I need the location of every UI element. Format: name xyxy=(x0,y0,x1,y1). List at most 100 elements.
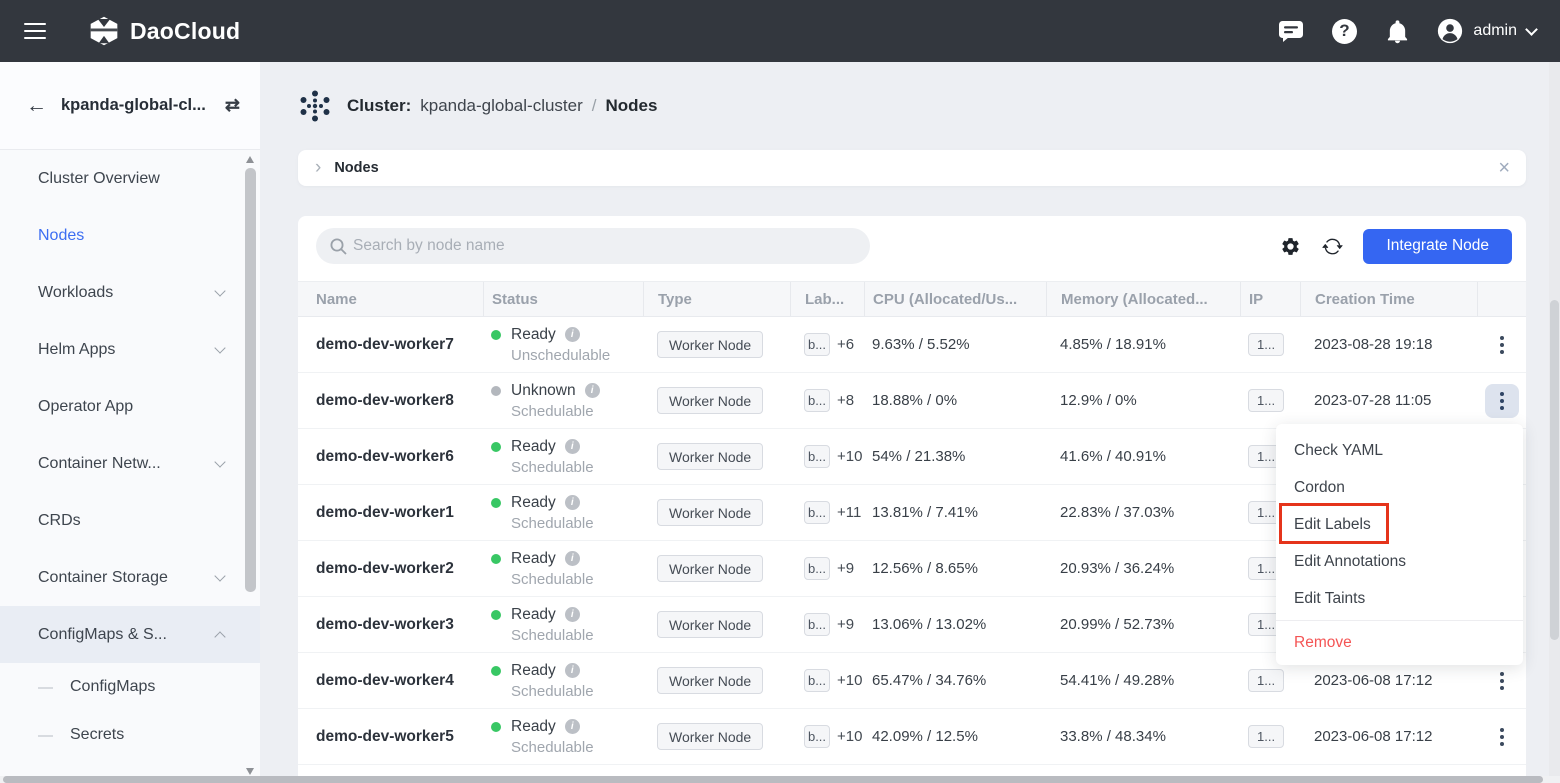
info-icon[interactable]: i xyxy=(565,439,580,454)
info-icon[interactable]: i xyxy=(565,551,580,566)
ip-badge[interactable]: 1... xyxy=(1248,389,1284,412)
creation-time-cell: 2023-07-28 11:05 xyxy=(1300,373,1477,428)
type-cell: Worker Node xyxy=(643,709,790,764)
node-name[interactable]: demo-dev-worker7 xyxy=(298,317,483,372)
sidebar-item-container-network[interactable]: Container Netw... xyxy=(0,435,260,492)
ip-badge[interactable]: 1... xyxy=(1248,669,1284,692)
settings-gear-icon[interactable] xyxy=(1279,235,1301,257)
chevron-down-icon xyxy=(214,285,225,296)
menu-item-edit-labels[interactable]: Edit Labels xyxy=(1276,506,1523,543)
row-actions-kebab-icon[interactable] xyxy=(1485,384,1519,418)
node-name[interactable]: demo-dev-worker5 xyxy=(298,709,483,764)
row-actions-kebab-icon[interactable] xyxy=(1485,328,1519,362)
chevron-down-icon xyxy=(1525,23,1538,36)
info-icon[interactable]: i xyxy=(565,327,580,342)
node-name[interactable]: demo-dev-worker8 xyxy=(298,373,483,428)
label-badge[interactable]: b... xyxy=(804,389,830,412)
cpu-cell: 13.81% / 7.41% xyxy=(864,485,1046,540)
label-badge[interactable]: b... xyxy=(804,557,830,580)
notification-bell-icon[interactable] xyxy=(1384,18,1410,44)
main-area: Cluster: kpanda-global-cluster / Nodes ›… xyxy=(260,62,1560,783)
sidebar-item-label: Nodes xyxy=(38,227,224,245)
sidebar-item-container-storage[interactable]: Container Storage xyxy=(0,549,260,606)
menu-item-check-yaml[interactable]: Check YAML xyxy=(1276,432,1523,469)
chat-icon[interactable] xyxy=(1278,18,1304,44)
help-icon[interactable]: ? xyxy=(1331,18,1357,44)
scroll-down-arrow[interactable] xyxy=(246,768,254,775)
status-text: Ready xyxy=(511,718,556,736)
horizontal-scrollbar[interactable] xyxy=(0,776,1560,783)
status-cell: Readyi Schedulable xyxy=(483,429,643,484)
menu-item-edit-annotations[interactable]: Edit Annotations xyxy=(1276,543,1523,580)
cluster-name[interactable]: kpanda-global-cluster xyxy=(420,96,583,116)
node-name[interactable]: demo-dev-worker6 xyxy=(298,429,483,484)
cpu-cell: 12.56% / 8.65% xyxy=(864,541,1046,596)
sidebar-item-label: ConfigMaps & S... xyxy=(38,626,216,644)
label-badge[interactable]: b... xyxy=(804,445,830,468)
ip-badge[interactable]: 1... xyxy=(1248,333,1284,356)
actions-cell xyxy=(1477,317,1526,372)
ip-badge[interactable]: 1... xyxy=(1248,725,1284,748)
sidebar-item-crds[interactable]: CRDs xyxy=(0,492,260,549)
info-icon[interactable]: i xyxy=(565,719,580,734)
user-menu[interactable]: admin xyxy=(1437,18,1536,44)
sidebar-item-configmaps-secrets[interactable]: ConfigMaps & S... xyxy=(0,606,260,663)
label-badge[interactable]: b... xyxy=(804,333,830,356)
row-actions-kebab-icon[interactable] xyxy=(1485,664,1519,698)
sidebar-item-configmaps[interactable]: —ConfigMaps xyxy=(0,663,260,711)
label-more-count: +9 xyxy=(837,560,854,577)
label-badge[interactable]: b... xyxy=(804,669,830,692)
schedulable-text: Schedulable xyxy=(511,739,594,756)
hamburger-menu-icon[interactable] xyxy=(24,18,46,44)
sidebar-item-label: CRDs xyxy=(38,512,224,530)
table-row: demo-dev-worker7 Readyi Unschedulable Wo… xyxy=(298,317,1526,373)
type-cell: Worker Node xyxy=(643,541,790,596)
status-cell: Readyi Schedulable xyxy=(483,597,643,652)
row-context-menu: Check YAML Cordon Edit Labels Edit Annot… xyxy=(1276,424,1523,665)
info-icon[interactable]: i xyxy=(565,607,580,622)
node-name[interactable]: demo-dev-worker3 xyxy=(298,597,483,652)
label-more-count: +6 xyxy=(837,336,854,353)
labels-cell: b...+10 xyxy=(790,653,864,708)
menu-item-remove[interactable]: Remove xyxy=(1276,624,1523,661)
row-actions-kebab-icon[interactable] xyxy=(1485,720,1519,754)
integrate-node-button[interactable]: Integrate Node xyxy=(1363,229,1512,264)
search-input[interactable] xyxy=(316,228,870,264)
info-icon[interactable]: i xyxy=(565,495,580,510)
scrollbar-thumb[interactable] xyxy=(3,776,1543,783)
sidebar-item-cluster-overview[interactable]: Cluster Overview xyxy=(0,150,260,207)
info-icon[interactable]: i xyxy=(565,663,580,678)
refresh-icon[interactable] xyxy=(1321,235,1343,257)
sidebar-item-helm-apps[interactable]: Helm Apps xyxy=(0,321,260,378)
label-badge[interactable]: b... xyxy=(804,613,830,636)
menu-item-edit-taints[interactable]: Edit Taints xyxy=(1276,580,1523,617)
status-dot xyxy=(491,330,501,340)
schedulable-text: Schedulable xyxy=(511,571,594,588)
scroll-up-arrow[interactable] xyxy=(246,156,254,163)
cpu-cell: 13.06% / 13.02% xyxy=(864,597,1046,652)
close-icon[interactable]: × xyxy=(1498,158,1510,178)
info-icon[interactable]: i xyxy=(585,383,600,398)
switch-cluster-icon[interactable]: ⇄ xyxy=(225,95,240,116)
scrollbar-thumb[interactable] xyxy=(245,168,256,592)
node-name[interactable]: demo-dev-worker2 xyxy=(298,541,483,596)
sidebar-item-operator-app[interactable]: Operator App xyxy=(0,378,260,435)
vertical-scrollbar[interactable] xyxy=(1549,62,1560,776)
sidebar-item-secrets[interactable]: —Secrets xyxy=(0,711,260,759)
label-badge[interactable]: b... xyxy=(804,501,830,524)
menu-item-cordon[interactable]: Cordon xyxy=(1276,469,1523,506)
node-name[interactable]: demo-dev-worker1 xyxy=(298,485,483,540)
sidebar-item-nodes[interactable]: Nodes xyxy=(0,207,260,264)
sidebar-item-label: Cluster Overview xyxy=(38,170,224,188)
memory-cell: 41.6% / 40.91% xyxy=(1046,429,1240,484)
sidebar-item-workloads[interactable]: Workloads xyxy=(0,264,260,321)
label-badge[interactable]: b... xyxy=(804,725,830,748)
scrollbar-thumb[interactable] xyxy=(1550,300,1559,640)
sidebar-scrollbar[interactable] xyxy=(244,152,257,779)
back-arrow-icon[interactable]: ← xyxy=(26,95,47,116)
type-cell: Worker Node xyxy=(643,597,790,652)
cpu-cell: 9.63% / 5.52% xyxy=(864,317,1046,372)
status-dot xyxy=(491,722,501,732)
brand-name: DaoCloud xyxy=(130,18,240,45)
node-name[interactable]: demo-dev-worker4 xyxy=(298,653,483,708)
